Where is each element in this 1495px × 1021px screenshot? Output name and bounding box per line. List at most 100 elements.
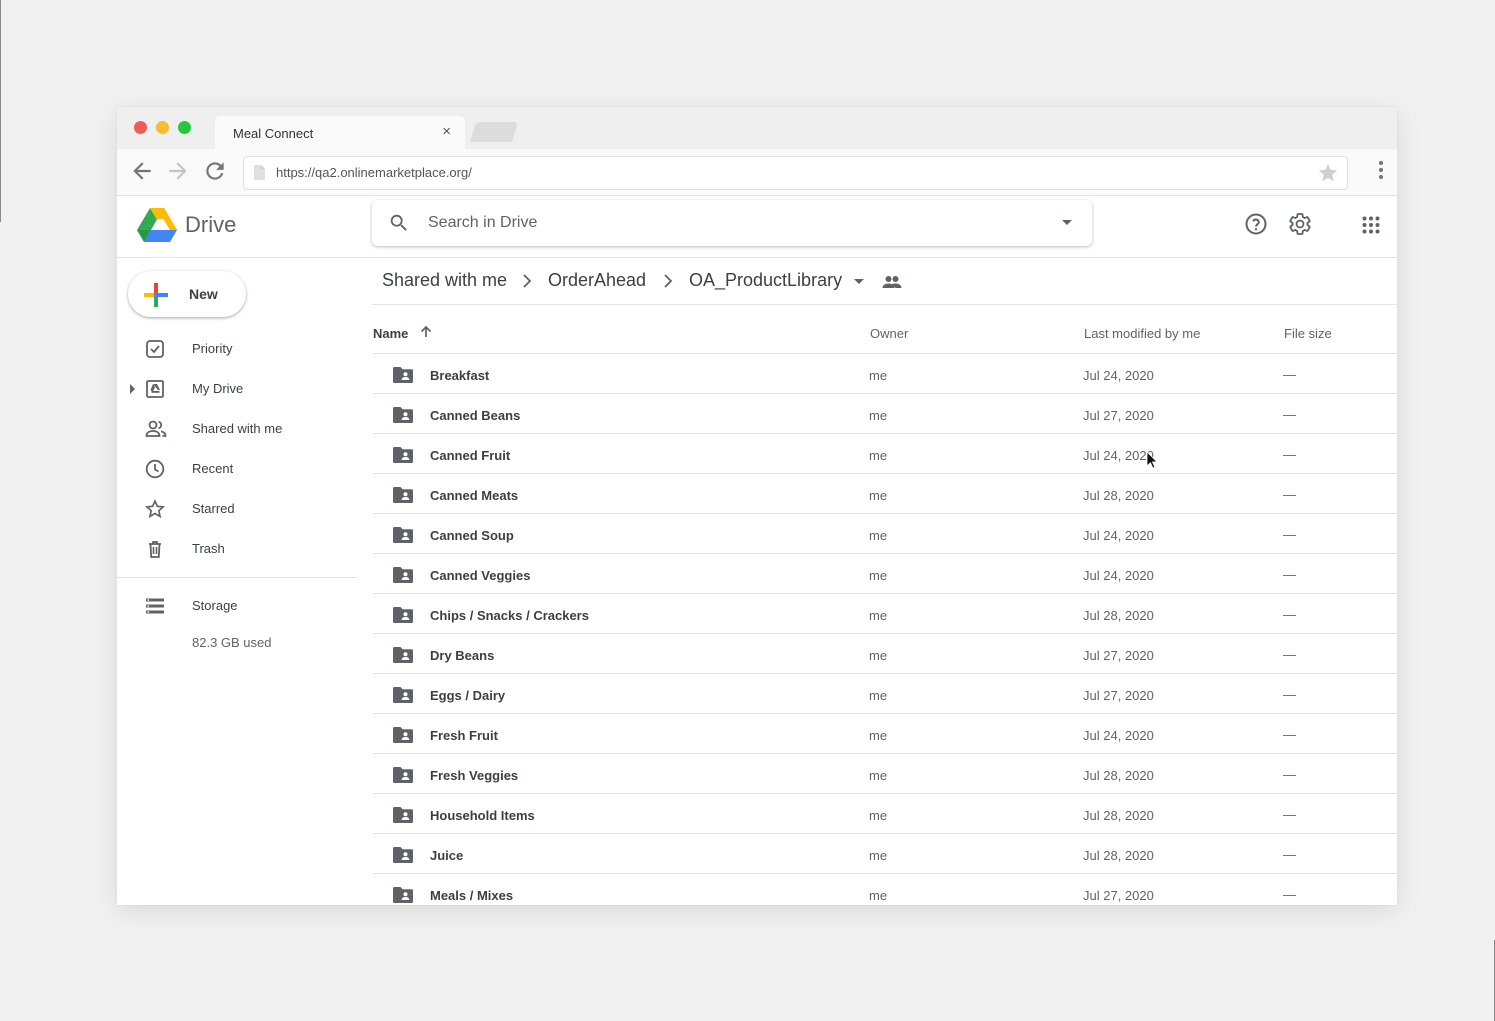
browser-tab[interactable]: Meal Connect × — [215, 116, 465, 149]
file-size: — — [1283, 487, 1296, 502]
file-name: Canned Veggies — [430, 568, 531, 583]
file-name: Breakfast — [430, 368, 490, 383]
drive-logo-text[interactable]: Drive — [185, 212, 236, 238]
help-icon[interactable] — [1244, 212, 1268, 241]
browser-titlebar: Meal Connect × — [117, 107, 1397, 149]
chevron-right-icon — [663, 273, 673, 294]
search-input[interactable] — [428, 212, 1028, 234]
table-row[interactable]: Canned Beans me Jul 27, 2020 — — [373, 394, 1397, 434]
file-size: — — [1283, 847, 1296, 862]
search-icon[interactable] — [388, 212, 410, 239]
file-name: Eggs / Dairy — [430, 688, 506, 703]
new-button-label: New — [189, 286, 218, 302]
file-name: Canned Soup — [430, 528, 514, 543]
window-maximize-button[interactable] — [178, 121, 191, 134]
shared-folder-icon — [392, 486, 414, 509]
file-size: — — [1283, 367, 1296, 382]
table-row[interactable]: Eggs / Dairy me Jul 27, 2020 — — [373, 674, 1397, 714]
sidebar-item-starred[interactable]: Starred — [117, 489, 357, 529]
drive-logo-icon[interactable] — [137, 208, 177, 247]
sidebar-item-storage[interactable]: Storage — [117, 586, 357, 626]
browser-window: Meal Connect × https://qa2.onlinemarketp… — [117, 107, 1397, 905]
file-modified-date: Jul 28, 2020 — [1083, 808, 1154, 823]
backdrop-edge-left — [0, 0, 1, 222]
shared-folder-icon — [392, 446, 414, 469]
back-arrow-icon[interactable] — [129, 158, 155, 184]
breadcrumb-current-folder[interactable]: OA_ProductLibrary — [689, 270, 842, 291]
breadcrumb-orderahead[interactable]: OrderAhead — [548, 270, 646, 291]
sidebar-item-label: Shared with me — [192, 421, 283, 436]
table-row[interactable]: Dry Beans me Jul 27, 2020 — — [373, 634, 1397, 674]
table-row[interactable]: Canned Soup me Jul 24, 2020 — — [373, 514, 1397, 554]
search-box[interactable] — [372, 200, 1092, 246]
sidebar-item-shared-with-me[interactable]: Shared with me — [117, 409, 357, 449]
breadcrumb-shared-with-me[interactable]: Shared with me — [382, 270, 507, 291]
settings-gear-icon[interactable] — [1288, 212, 1312, 241]
new-button[interactable]: New — [128, 271, 246, 317]
file-modified-date: Jul 28, 2020 — [1083, 848, 1154, 863]
tab-close-icon[interactable]: × — [442, 123, 451, 140]
shared-folder-people-icon[interactable] — [882, 275, 902, 294]
file-modified-date: Jul 27, 2020 — [1083, 688, 1154, 703]
bookmark-star-icon[interactable] — [1317, 162, 1339, 189]
folder-menu-caret-icon[interactable] — [854, 279, 864, 284]
shared-folder-icon — [392, 366, 414, 389]
shared-folder-icon — [392, 846, 414, 869]
table-row[interactable]: Breakfast me Jul 24, 2020 — — [373, 354, 1397, 394]
table-row[interactable]: Fresh Fruit me Jul 24, 2020 — — [373, 714, 1397, 754]
file-name: Canned Beans — [430, 408, 521, 423]
column-header-last-modified[interactable]: Last modified by me — [1084, 326, 1200, 341]
file-owner: me — [869, 408, 888, 423]
shared-folder-icon — [392, 646, 414, 669]
file-list: Name Owner Last modified by me File size… — [373, 305, 1397, 905]
shared-folder-icon — [392, 406, 414, 429]
sidebar-item-trash[interactable]: Trash — [117, 529, 357, 569]
file-name: Fresh Fruit — [430, 728, 498, 743]
file-name: Canned Meats — [430, 488, 519, 503]
table-body: Breakfast me Jul 24, 2020— Canned Beans me Ju… — [373, 354, 1397, 905]
sidebar-divider — [117, 577, 357, 578]
file-modified-date: Jul 24, 2020 — [1083, 448, 1154, 463]
table-row[interactable]: Fresh Veggies me Jul 28, 2020 — — [373, 754, 1397, 794]
search-options-caret-icon[interactable] — [1062, 220, 1072, 225]
file-owner: me — [869, 848, 888, 863]
shared-folder-icon — [392, 566, 414, 589]
table-row[interactable]: Meals / Mixes me Jul 27, 2020 — — [373, 874, 1397, 905]
sidebar-item-recent[interactable]: Recent — [117, 449, 357, 489]
column-header-owner[interactable]: Owner — [870, 326, 908, 341]
sidebar-item-my-drive[interactable]: My Drive — [117, 369, 357, 409]
address-bar[interactable]: https://qa2.onlinemarketplace.org/ — [243, 156, 1348, 190]
table-row[interactable]: Canned Veggies me Jul 24, 2020 — — [373, 554, 1397, 594]
shared-folder-icon — [392, 526, 414, 549]
file-size: — — [1283, 567, 1296, 582]
table-row[interactable]: Household Items me Jul 28, 2020 — — [373, 794, 1397, 834]
window-minimize-button[interactable] — [156, 121, 169, 134]
shared-people-icon — [145, 419, 167, 444]
file-size: — — [1283, 647, 1296, 662]
forward-arrow-icon[interactable] — [165, 158, 191, 184]
column-header-file-size[interactable]: File size — [1284, 326, 1332, 341]
file-modified-date: Jul 28, 2020 — [1083, 488, 1154, 503]
star-icon — [144, 499, 166, 524]
table-row[interactable]: Chips / Snacks / Crackers me Jul 28, 2020 — — [373, 594, 1397, 634]
file-size: — — [1283, 527, 1296, 542]
reload-icon[interactable] — [202, 158, 228, 184]
table-row[interactable]: Juice me Jul 28, 2020 — — [373, 834, 1397, 874]
storage-label: Storage — [192, 598, 238, 613]
sidebar-item-priority[interactable]: Priority — [117, 329, 357, 369]
expand-arrow-icon[interactable] — [130, 384, 135, 394]
column-header-name[interactable]: Name — [373, 326, 408, 341]
file-owner: me — [869, 448, 888, 463]
file-modified-date: Jul 24, 2020 — [1083, 728, 1154, 743]
window-close-button[interactable] — [134, 121, 147, 134]
table-row[interactable]: Canned Fruit me Jul 24, 2020 — — [373, 434, 1397, 474]
apps-grid-icon[interactable] — [1362, 216, 1380, 239]
file-owner: me — [869, 608, 888, 623]
new-tab-button[interactable] — [469, 122, 519, 142]
clock-icon — [145, 459, 165, 484]
browser-menu-icon[interactable] — [1379, 161, 1383, 184]
file-owner: me — [869, 648, 888, 663]
table-row[interactable]: Canned Meats me Jul 28, 2020 — — [373, 474, 1397, 514]
sort-arrow-up-icon[interactable] — [419, 325, 433, 344]
file-name: Juice — [430, 848, 464, 863]
